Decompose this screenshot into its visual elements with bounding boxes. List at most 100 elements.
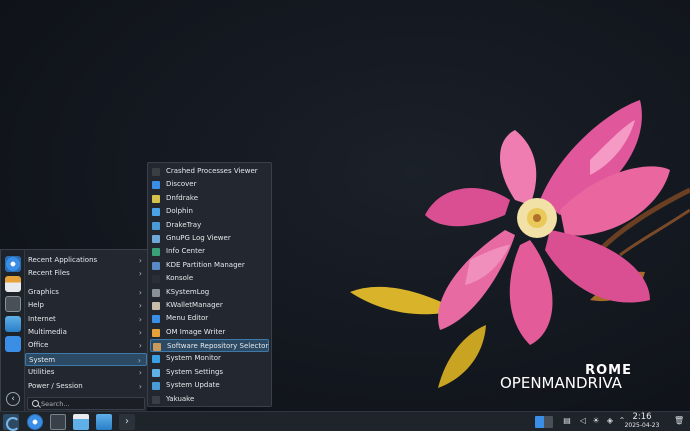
terminal-icon[interactable]: › <box>119 414 135 430</box>
menu-item-label: Yakuake <box>166 394 195 403</box>
category-utilities[interactable]: Utilities › <box>25 366 147 379</box>
menu-item-label: Dolphin <box>166 207 193 216</box>
digital-clock[interactable]: 2:16 2025-04-23 <box>622 413 662 430</box>
category-label: Graphics <box>28 287 59 296</box>
search-box <box>27 397 145 410</box>
app-launcher-button[interactable] <box>3 414 20 431</box>
menu-item-menu-editor[interactable]: Menu Editor <box>150 312 269 325</box>
folder-icon <box>152 208 160 217</box>
clipboard-icon[interactable]: ▤ <box>562 415 572 427</box>
discover-icon <box>152 181 160 190</box>
chevron-right-icon: › <box>138 287 142 297</box>
chevron-right-icon: › <box>138 256 142 265</box>
menu-item-konsole[interactable]: Konsole <box>150 272 269 285</box>
category-help[interactable]: Help › <box>25 299 147 312</box>
category-label: Utilities <box>28 368 55 377</box>
category-label: Internet <box>28 314 56 323</box>
menu-item-label: DrakeTray <box>166 220 202 229</box>
menu-item-label: Software Repository Selector <box>167 342 269 351</box>
menu-item-info-center[interactable]: Info Center <box>150 245 269 258</box>
folder-icon[interactable] <box>96 414 112 430</box>
volume-icon[interactable]: ◁ <box>578 415 588 427</box>
chevron-right-icon: › <box>138 368 142 378</box>
openmandriva-logo: ROME OPENMANDRIVA <box>496 363 646 393</box>
clock-date: 2025-04-23 <box>624 422 660 429</box>
folder-icon[interactable] <box>5 316 21 332</box>
menu-item-label: Menu Editor <box>166 314 209 323</box>
partition-icon <box>152 261 160 270</box>
menu-item-kwalletmanager[interactable]: KWalletManager <box>150 299 269 312</box>
category-label: Office <box>28 341 49 350</box>
back-icon[interactable]: ‹ <box>6 392 20 406</box>
menu-item-label: KSystemLog <box>166 287 210 296</box>
menu-item-label: System Update <box>166 381 220 390</box>
clock-time: 2:16 <box>632 412 652 422</box>
category-internet[interactable]: Internet › <box>25 313 147 326</box>
category-label: Recent Files <box>28 269 70 278</box>
calendar-icon[interactable] <box>5 276 21 292</box>
menu-item-system-update[interactable]: System Update <box>150 379 269 392</box>
settings-icon <box>152 368 160 377</box>
terminal-icon <box>152 275 160 284</box>
category-office[interactable]: Office › <box>25 339 147 352</box>
menu-item-crashed-processes-viewer[interactable]: Crashed Processes Viewer <box>150 165 269 178</box>
category-multimedia[interactable]: Multimedia › <box>25 326 147 339</box>
brand-name: OPENMANDRIVA <box>500 374 622 392</box>
category-label: Recent Applications <box>28 256 98 264</box>
menu-item-software-repository-selector[interactable]: Software Repository Selector <box>150 339 269 353</box>
virtual-desktop-pager[interactable] <box>535 416 553 428</box>
menu-item-kde-partition-manager[interactable]: KDE Partition Manager <box>150 259 269 272</box>
chevron-right-icon: › <box>138 381 142 391</box>
search-icon <box>32 400 39 407</box>
menu-item-label: Crashed Processes Viewer <box>166 167 258 175</box>
menu-item-discover[interactable]: Discover <box>150 178 269 191</box>
menu-item-ksystemlog[interactable]: KSystemLog <box>150 286 269 299</box>
image-writer-icon <box>152 328 160 337</box>
category-power-session[interactable]: Power / Session › <box>25 380 147 393</box>
chromium-icon[interactable] <box>5 256 21 272</box>
menu-item-label: OM Image Writer <box>166 327 226 336</box>
category-label: Multimedia <box>28 327 67 336</box>
monitor-icon <box>152 355 160 364</box>
menu-item-system-settings[interactable]: System Settings <box>150 366 269 379</box>
chevron-right-icon: › <box>138 314 142 324</box>
category-label: Power / Session <box>28 381 83 390</box>
menu-item-label: Dnfdrake <box>166 193 199 202</box>
chevron-right-icon: › <box>137 355 141 365</box>
menu-item-label: KWalletManager <box>166 300 223 309</box>
search-input[interactable] <box>41 398 141 409</box>
discover-icon[interactable] <box>5 336 21 352</box>
chevron-right-icon: › <box>138 341 142 351</box>
dropdown-terminal-icon <box>152 395 160 404</box>
menu-item-dnfdrake[interactable]: Dnfdrake <box>150 192 269 205</box>
category-graphics[interactable]: Graphics › <box>25 286 147 299</box>
menu-item-label: Info Center <box>166 247 206 256</box>
chevron-right-icon: › <box>138 301 142 311</box>
category-list: Recent Applications › Recent Files › Graph… <box>25 254 147 393</box>
category-recent-applications[interactable]: Recent Applications › <box>25 254 147 267</box>
brightness-icon[interactable]: ☀ <box>591 415 601 427</box>
menu-item-yakuake[interactable]: Yakuake <box>150 393 269 406</box>
menu-item-gnupg-log-viewer[interactable]: GnuPG Log Viewer <box>150 232 269 245</box>
category-recent-files[interactable]: Recent Files › <box>25 267 147 280</box>
menu-item-om-image-writer[interactable]: OM Image Writer <box>150 326 269 339</box>
system-submenu: Crashed Processes Viewer Discover Dnfdrake… <box>147 162 272 407</box>
trash-icon[interactable]: 🗑 <box>674 415 684 427</box>
menu-item-draketray[interactable]: DrakeTray <box>150 219 269 232</box>
menu-item-system-monitor[interactable]: System Monitor <box>150 352 269 365</box>
tray-icon <box>152 221 160 230</box>
taskbar: › ▤ ◁ ☀ ◈ ⌃ 2:16 2025-04-23 🗑 <box>0 411 690 431</box>
menu-editor-icon <box>152 315 160 324</box>
menu-item-label: Discover <box>166 180 197 189</box>
network-icon[interactable]: ◈ <box>605 415 615 427</box>
chevron-right-icon: › <box>138 269 142 279</box>
wallet-icon <box>152 301 160 310</box>
chromium-icon[interactable] <box>27 414 43 430</box>
category-system[interactable]: System › <box>25 352 147 367</box>
file-manager-icon[interactable] <box>73 414 89 430</box>
system-monitor-icon[interactable] <box>5 296 21 312</box>
menu-item-dolphin[interactable]: Dolphin <box>150 205 269 218</box>
bug-icon <box>152 168 160 176</box>
menu-item-label: GnuPG Log Viewer <box>166 233 231 242</box>
system-monitor-icon[interactable] <box>50 414 66 430</box>
